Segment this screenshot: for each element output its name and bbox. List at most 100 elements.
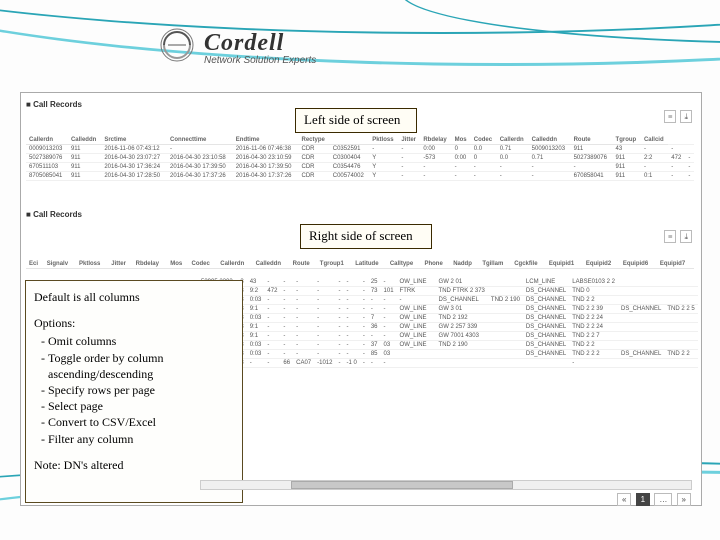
col-header[interactable]: Jitter	[108, 260, 132, 269]
cell: -	[381, 314, 397, 323]
cell: -	[343, 341, 359, 350]
table-row[interactable]: 670078751539:1-------36-OW_LINEGW 2 257 …	[198, 323, 698, 332]
table-row[interactable]: 670070594139:1---------OW_LINEGW 3 01DS_…	[198, 305, 698, 314]
table-row[interactable]: 53995 2303343-------25-OW_LINEGW 2 01LCM…	[198, 278, 698, 287]
table-row[interactable]: 6701 110330:03----------DS_CHANNELTND 2 …	[198, 296, 698, 305]
col-header[interactable]: Tgillam	[479, 260, 511, 269]
cell	[488, 350, 523, 359]
col-header[interactable]: Rbdelay	[420, 136, 451, 145]
options-item: Convert to CSV/Excel	[48, 414, 234, 430]
pager-next[interactable]: »	[677, 493, 691, 506]
table-row[interactable]: 6701 110930:03-------8503DS_CHANNELTND 2…	[198, 350, 698, 359]
cell: 2:2	[641, 154, 668, 163]
cell: -	[471, 172, 497, 181]
cell: -	[641, 163, 668, 172]
col-header[interactable]	[330, 136, 369, 145]
cell: -	[314, 305, 335, 314]
col-header[interactable]: Calltype	[387, 260, 422, 269]
cell: TND 2 2	[569, 296, 618, 305]
col-header[interactable]: Calleddn	[253, 260, 290, 269]
cell: GW 2 257 339	[436, 323, 488, 332]
col-header[interactable]: Pktloss	[76, 260, 108, 269]
col-header[interactable]: Codec	[189, 260, 218, 269]
cell: Y	[369, 163, 398, 172]
columns-button[interactable]: ≡	[664, 230, 677, 243]
cell: DS_CHANNEL	[618, 305, 664, 314]
cell: -	[360, 341, 368, 350]
cell: -	[343, 314, 359, 323]
cell: 03	[381, 350, 397, 359]
col-header[interactable]: Signalv	[44, 260, 76, 269]
cell: -	[641, 145, 668, 154]
col-header[interactable]: Rbdelay	[133, 260, 168, 269]
col-header[interactable]: Calleddn	[68, 136, 101, 145]
col-header[interactable]: Equipid7	[657, 260, 694, 269]
col-header[interactable]: Callerdn	[26, 136, 68, 145]
cell: -	[571, 163, 613, 172]
col-header[interactable]: Phone	[421, 260, 450, 269]
col-header[interactable]: Endtime	[233, 136, 299, 145]
table-row[interactable]: 670076563639:1---------OW_LINEGW 7001 43…	[198, 332, 698, 341]
col-header[interactable]: Callerdn	[217, 260, 252, 269]
cell: -	[264, 314, 280, 323]
col-header[interactable]: Calleddn	[529, 136, 571, 145]
cell: -	[247, 359, 265, 368]
pager-prev[interactable]: «	[617, 493, 631, 506]
col-header[interactable]: Naddp	[450, 260, 479, 269]
cell: -1012	[314, 359, 335, 368]
col-header[interactable]: Route	[290, 260, 317, 269]
col-header[interactable]: Mos	[452, 136, 471, 145]
cell: DS_CHANNEL	[523, 332, 569, 341]
bottom-headers: EciSignalvPktlossJitterRbdelayMosCodecCa…	[26, 260, 694, 269]
options-heading: Default is all columns	[34, 289, 234, 305]
table-row[interactable]: 87050850419112016-04-30 17:28:502016-04-…	[26, 172, 694, 181]
table-row[interactable]: 6704042313--66CA07-1012--1 0----	[198, 359, 698, 368]
cell: -	[293, 278, 314, 287]
cell: 43	[613, 145, 641, 154]
col-header[interactable]: Jitter	[398, 136, 420, 145]
col-header[interactable]: Eci	[26, 260, 44, 269]
horizontal-scrollbar[interactable]	[200, 480, 692, 490]
col-header[interactable]: Equipid2	[583, 260, 620, 269]
col-header[interactable]: Route	[571, 136, 613, 145]
export-button[interactable]: ⤓	[680, 230, 692, 243]
col-header[interactable]: Codec	[471, 136, 497, 145]
col-header[interactable]: Callcid	[641, 136, 668, 145]
cell: OW_LINE	[397, 305, 430, 314]
pager-current[interactable]: 1	[636, 493, 650, 506]
col-header[interactable]: Pktloss	[369, 136, 398, 145]
col-header[interactable]: Equipid1	[546, 260, 583, 269]
cell: -	[368, 332, 381, 341]
col-header[interactable]: Rectype	[299, 136, 330, 145]
col-header[interactable]: Mos	[167, 260, 188, 269]
cell: 73	[368, 287, 381, 296]
col-header[interactable]: Connecttime	[167, 136, 233, 145]
cell: -	[264, 350, 280, 359]
col-header[interactable]: Callerdn	[497, 136, 529, 145]
table-row[interactable]: 00090132039112016-11-06 07:43:12-2016-11…	[26, 145, 694, 154]
table-row[interactable]: 6701 110430:03-------3703OW_LINETND 2 19…	[198, 341, 698, 350]
options-item: Select page	[48, 398, 234, 414]
cell: 911	[571, 145, 613, 154]
col-header[interactable]: Cgckfile	[511, 260, 546, 269]
col-header[interactable]: Latitude	[352, 260, 387, 269]
export-button[interactable]: ⤓	[680, 110, 692, 123]
cell: -	[314, 341, 335, 350]
cell: TND FTRK 2 373	[436, 287, 488, 296]
table-row[interactable]: 6705111039112016-04-30 17:36:242016-04-3…	[26, 163, 694, 172]
cell: 0:03	[247, 296, 265, 305]
col-header[interactable]: Tgroup1	[317, 260, 352, 269]
cell	[488, 278, 523, 287]
table-row[interactable]: 5257387639:2472------73101FTRKTND FTRK 2…	[198, 287, 698, 296]
table-row[interactable]: 50273890769112016-04-30 23:07:272016-04-…	[26, 154, 694, 163]
cell	[523, 359, 569, 368]
col-header[interactable]: Equipid6	[620, 260, 657, 269]
cell: -	[360, 296, 368, 305]
cell: -	[685, 154, 694, 163]
cell	[397, 359, 430, 368]
table-row[interactable]: 6701 1503230:03-------7-OW_LINETND 2 192…	[198, 314, 698, 323]
cell: 43	[247, 278, 265, 287]
columns-button[interactable]: ≡	[664, 110, 677, 123]
col-header[interactable]: Srctime	[101, 136, 167, 145]
col-header[interactable]: Tgroup	[613, 136, 641, 145]
